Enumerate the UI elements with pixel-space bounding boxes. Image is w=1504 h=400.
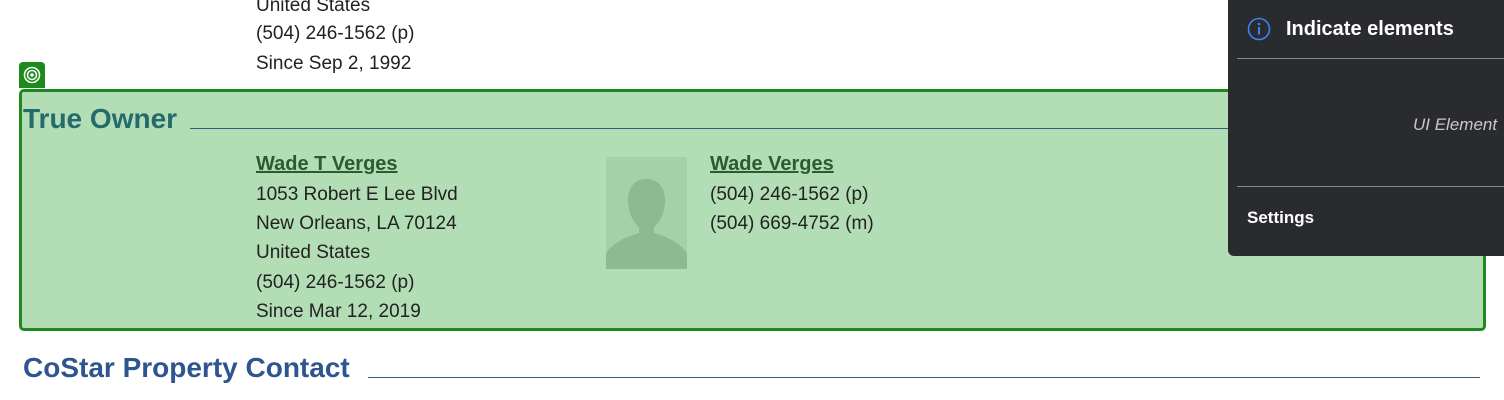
indicate-elements-panel: Indicate elements UI Element Settings (1228, 0, 1504, 256)
previous-contact-phone: (504) 246-1562 (p) (256, 23, 415, 44)
previous-contact-since: Since Sep 2, 1992 (256, 53, 412, 74)
costar-contact-divider (368, 377, 1480, 378)
ui-element-label: UI Element (1413, 115, 1498, 134)
panel-divider-top (1237, 58, 1504, 59)
info-icon (1247, 17, 1271, 41)
panel-title: Indicate elements (1286, 18, 1454, 40)
panel-divider-bottom (1237, 186, 1504, 187)
owner-since: Since Mar 12, 2019 (256, 301, 421, 322)
owner-address-line-2: New Orleans, LA 70124 (256, 213, 457, 234)
settings-button[interactable]: Settings (1247, 208, 1314, 228)
owner-phone: (504) 246-1562 (p) (256, 272, 415, 293)
previous-contact-country: United States (256, 0, 371, 16)
person-silhouette-icon (606, 157, 687, 269)
target-icon[interactable] (19, 62, 45, 88)
owner-person-link[interactable]: Wade Verges (710, 153, 834, 176)
person-phone-primary: (504) 246-1562 (p) (710, 184, 869, 205)
true-owner-divider (190, 128, 1230, 129)
true-owner-heading: True Owner (23, 103, 178, 134)
person-phone-mobile: (504) 669-4752 (m) (710, 213, 874, 234)
owner-address-line-1: 1053 Robert E Lee Blvd (256, 184, 458, 205)
owner-company-link[interactable]: Wade T Verges (256, 153, 398, 176)
owner-address-country: United States (256, 242, 371, 263)
costar-contact-heading: CoStar Property Contact (23, 352, 350, 383)
